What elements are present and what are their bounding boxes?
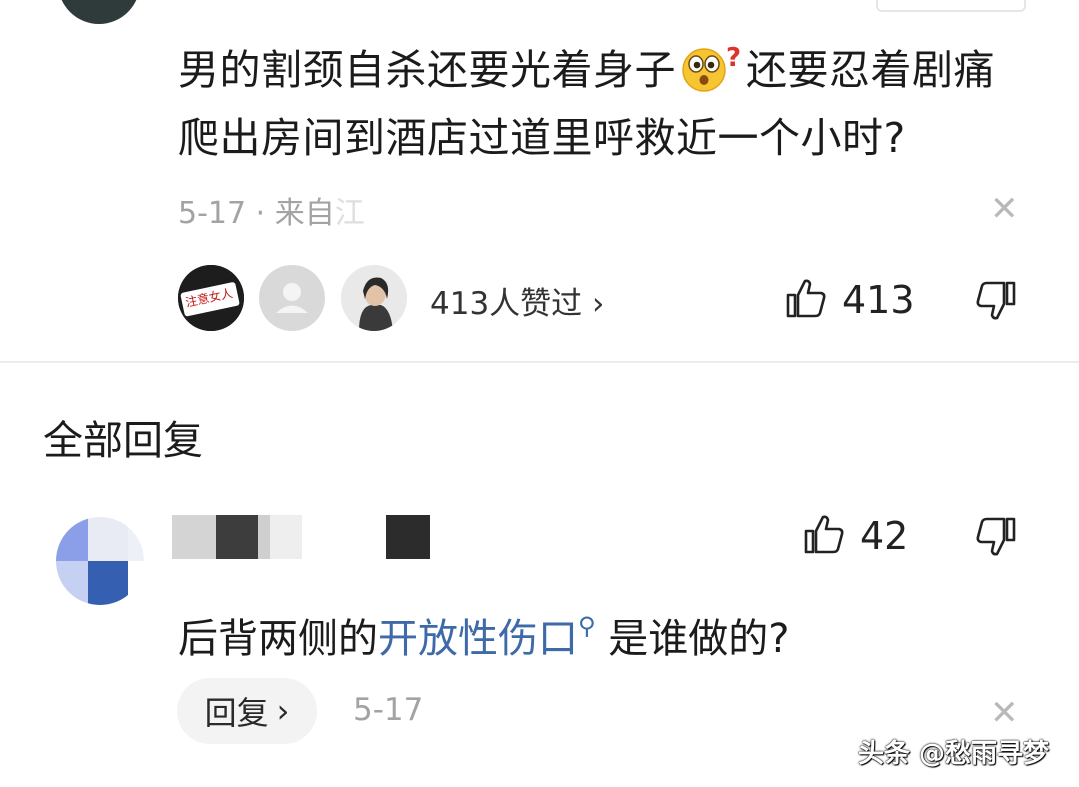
- reply-button[interactable]: 回复 ›: [177, 678, 317, 744]
- reply-like-count: 42: [860, 514, 909, 558]
- chevron-right-icon: ›: [276, 692, 290, 730]
- reply-avatar[interactable]: [56, 517, 144, 605]
- comment-meta: 5-17 · 来自江: [178, 188, 365, 232]
- reply-text: 后背两侧的开放性伤口⚲ 是谁做的?: [178, 598, 790, 667]
- likes-summary-link[interactable]: 413人赞过 ›: [430, 278, 604, 323]
- reply-date: 5-17: [353, 692, 424, 728]
- reply-text-after: 是谁做的?: [608, 616, 790, 662]
- keyword-link-text: 开放性伤口: [378, 616, 578, 662]
- keyword-search-link[interactable]: 开放性伤口⚲: [378, 612, 596, 662]
- search-icon: ⚲: [578, 612, 596, 640]
- comment-text: 男的割颈自杀还要光着身子 ? 还要忍着剧痛爬出房间到酒店过道里呼救近一个小时?: [178, 36, 1028, 172]
- comment-source-faded: 江: [334, 196, 365, 231]
- close-icon[interactable]: ✕: [990, 192, 1019, 226]
- close-icon[interactable]: ✕: [990, 696, 1019, 730]
- liker-avatar-3-image: [341, 265, 407, 331]
- section-divider: [0, 361, 1079, 363]
- dislike-button[interactable]: [974, 279, 1018, 327]
- commenter-avatar[interactable]: [58, 0, 140, 24]
- reply-dislike-button[interactable]: [974, 515, 1018, 563]
- thumbs-up-icon: [786, 279, 826, 318]
- all-replies-heading: 全部回复: [43, 418, 203, 464]
- surprised-question-emoji-icon: ?: [676, 43, 746, 92]
- likes-summary-text: 413人赞过: [430, 286, 583, 322]
- liker-avatar-3[interactable]: [341, 265, 407, 331]
- like-count: 413: [842, 278, 915, 322]
- liker-avatar-1[interactable]: 注意女人: [178, 265, 244, 331]
- comment-text-part1: 男的割颈自杀还要光着身子: [178, 46, 676, 94]
- reply-text-before: 后背两侧的: [178, 616, 378, 662]
- default-user-icon: [276, 283, 308, 313]
- thumbs-up-icon: [804, 515, 844, 554]
- comment-date: 5-17: [178, 196, 247, 231]
- thumbs-down-icon: [976, 281, 1016, 320]
- liker-avatar-2[interactable]: [259, 265, 325, 331]
- reply-like-button[interactable]: [802, 512, 846, 560]
- comment-source: 来自: [274, 196, 335, 231]
- reply-button-label: 回复: [204, 694, 269, 732]
- chevron-right-icon: ›: [592, 286, 605, 322]
- svg-text:?: ?: [726, 44, 742, 73]
- reply-username-pixelated[interactable]: [172, 515, 432, 559]
- meta-separator: ·: [255, 196, 266, 231]
- thumbs-down-icon: [976, 517, 1016, 556]
- like-button[interactable]: [784, 276, 828, 324]
- follow-button[interactable]: [876, 0, 1026, 12]
- watermark: 头条 @愁雨寻梦: [858, 739, 1050, 769]
